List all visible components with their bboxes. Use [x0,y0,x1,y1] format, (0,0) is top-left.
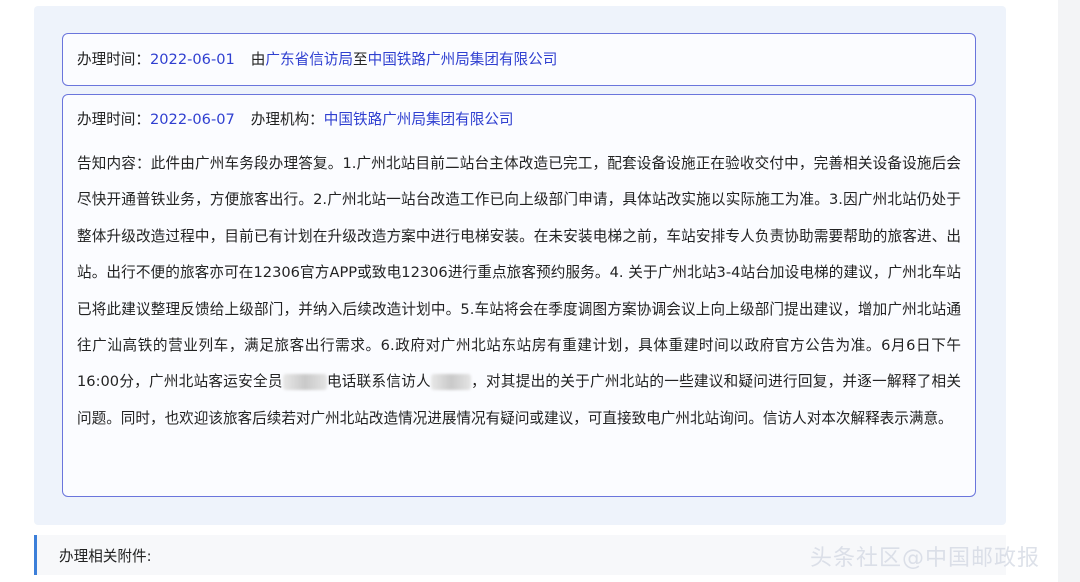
watermark-text: 头条社区@中国邮政报 [810,546,1041,571]
record-1-line: 办理时间：2022-06-01 由广东省信访局至中国铁路广州局集团有限公司 [77,50,557,70]
record-1-from-prefix: 由 [250,51,266,68]
record-1-from-org: 广东省信访局 [265,51,353,68]
record-2-agency-label: 办理机构： [250,111,324,128]
record-1-to-org: 中国铁路广州局集团有限公司 [367,51,558,68]
scrollbar-track[interactable] [1058,0,1080,582]
record-1-time-value: 2022-06-01 [149,51,235,68]
handling-record-1: 办理时间：2022-06-01 由广东省信访局至中国铁路广州局集团有限公司 [62,33,976,86]
record-1-time-label: 办理时间： [77,51,150,68]
record-2-notice-label: 告知内容： [77,155,151,172]
record-2-header-line: 办理时间：2022-06-07 办理机构：中国铁路广州局集团有限公司 [77,110,514,130]
attachments-label: 办理相关附件: [59,548,152,565]
record-2-agency-value: 中国铁路广州局集团有限公司 [323,111,514,128]
notice-text-part1: 此件由广州车务段办理答复。1.广州北站目前二站台主体改造已完工，配套设备设施正在… [77,155,961,391]
record-2-time-label: 办理时间： [77,111,150,128]
redacted-name-staff [282,374,327,391]
record-1-to-word: 至 [352,51,368,68]
redacted-name-petitioner [430,374,471,391]
handling-record-2: 办理时间：2022-06-07 办理机构：中国铁路广州局集团有限公司 告知内容：此… [62,94,976,497]
notice-text-part2: 电话联系信访人 [326,373,431,391]
record-2-time-value: 2022-06-07 [149,111,235,128]
record-2-notice-content: 告知内容：此件由广州车务段办理答复。1.广州北站目前二站台主体改造已完工，配套设… [77,146,961,437]
